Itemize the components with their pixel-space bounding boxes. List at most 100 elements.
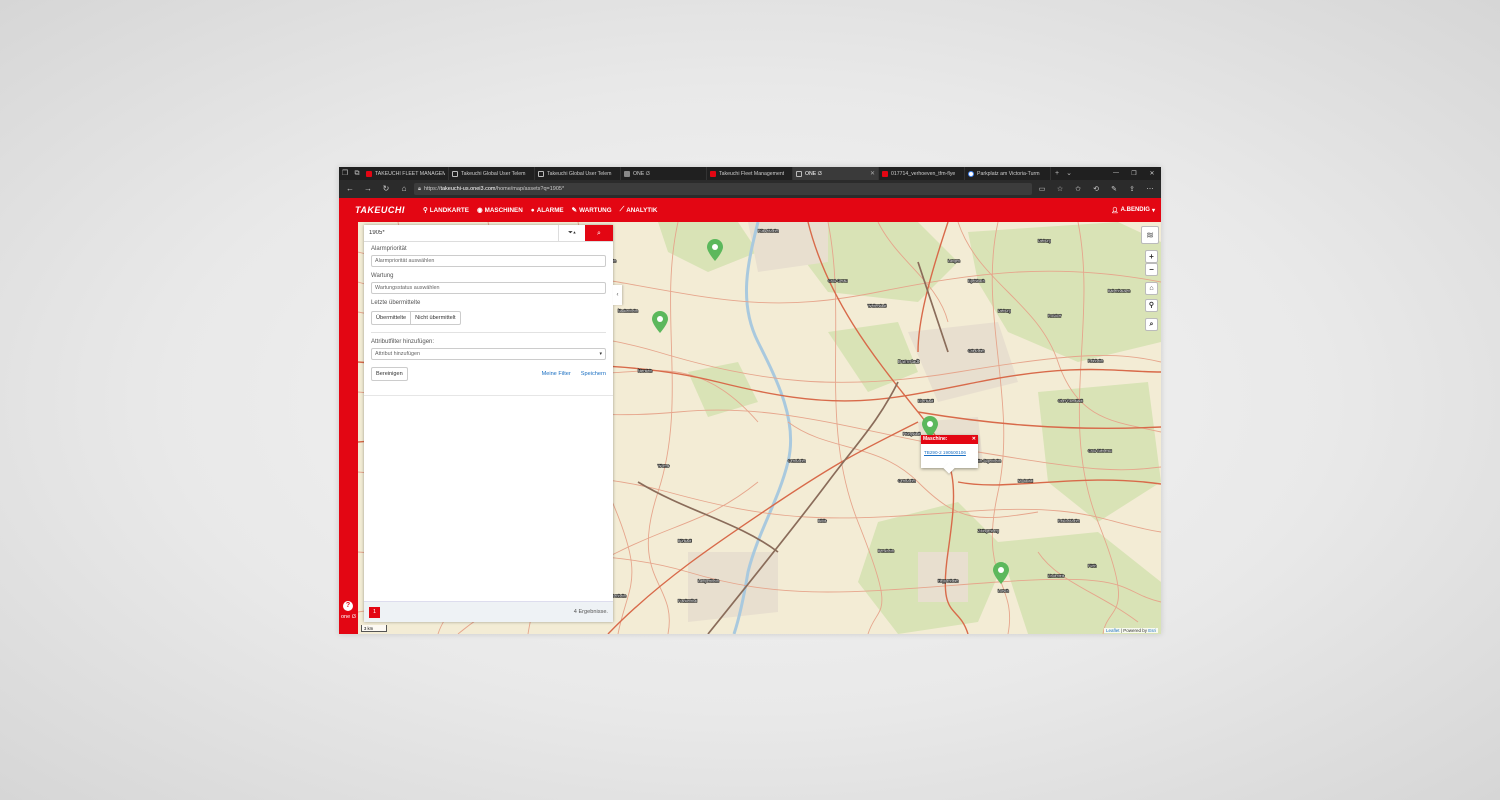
svg-text:Rüsselsheim: Rüsselsheim	[758, 229, 779, 233]
esri-link[interactable]: Esri	[1148, 628, 1156, 633]
browser-tab[interactable]: ONE i3	[621, 167, 707, 180]
zoom-in-icon[interactable]: +	[1145, 250, 1158, 263]
search-button[interactable]: ⌕	[585, 225, 613, 241]
nav-maschinen[interactable]: ◉ MASCHINEN	[473, 206, 527, 215]
nav-landkarte[interactable]: ⚲ LANDKARTE	[419, 206, 473, 215]
browser-tab[interactable]: Takeuchi Global User Telem	[535, 167, 621, 180]
nav-alarme[interactable]: ● ALARME	[527, 207, 568, 214]
tab-list-chevron-icon[interactable]: ⌄	[1063, 167, 1075, 180]
tab-actions-icon[interactable]: ❐	[339, 167, 351, 180]
machine-pin-marker[interactable]	[652, 311, 668, 333]
svg-text:Darmstadt: Darmstadt	[898, 359, 920, 364]
machine-pin-marker[interactable]	[707, 239, 723, 261]
reading-view-icon[interactable]: ▭	[1034, 185, 1050, 193]
svg-text:Dieburg: Dieburg	[1038, 239, 1051, 243]
history-icon[interactable]: ⟲	[1088, 185, 1104, 193]
svg-text:Griesheim: Griesheim	[968, 349, 984, 353]
transmitted-button[interactable]: Übermittelte	[372, 312, 410, 324]
user-menu[interactable]: 👤︎ A.BENDIG ▾	[1111, 207, 1161, 214]
map-scale: 3 km	[361, 625, 387, 632]
svg-text:Roßdorf: Roßdorf	[1048, 314, 1061, 318]
back-arrow-icon[interactable]: ←	[342, 182, 358, 196]
machine-popup: Maschine: ✕ TB290-2 190500106	[921, 435, 978, 474]
alarm-priority-select[interactable]: Alarmpriorität auswählen	[371, 255, 606, 267]
svg-text:Nierstein: Nierstein	[638, 369, 652, 373]
clear-button[interactable]: Bereinigen	[371, 367, 408, 381]
search-row: ⏷▴ ⌕	[364, 225, 613, 242]
new-tab-icon[interactable]: +	[1051, 167, 1063, 180]
svg-text:Langen: Langen	[948, 259, 960, 263]
filter-panel: ⏷▴ ⌕ Alarmpriorität Alarmpriorität auswä…	[364, 225, 613, 622]
browser-tab-active[interactable]: ONE i3 ✕	[793, 167, 879, 180]
browser-tab[interactable]: Parkplatz am Victoria-Turm	[965, 167, 1051, 180]
one-i3-logo: one i3	[341, 614, 356, 620]
window-close-icon[interactable]: ✕	[1143, 170, 1161, 177]
takeuchi-favicon-icon	[882, 170, 888, 177]
forward-arrow-icon[interactable]: →	[360, 182, 376, 196]
minimize-icon[interactable]: —	[1107, 170, 1125, 177]
url-field[interactable]: 🔒︎ https://takeuchi-us.onei3.com/home/ma…	[414, 183, 1032, 195]
nav-wartung[interactable]: ✎ WARTUNG	[568, 206, 616, 215]
locate-marker-icon[interactable]: ⚲	[1145, 299, 1158, 312]
search-icon: ⌕	[597, 230, 601, 237]
my-filters-link[interactable]: Meine Filter	[542, 371, 571, 377]
zoom-out-icon[interactable]: −	[1145, 263, 1158, 276]
svg-text:Groß-Bieberau: Groß-Bieberau	[1088, 449, 1112, 453]
takeuchi-logo[interactable]: TAKEUCHI	[339, 205, 419, 215]
refresh-icon[interactable]: ↻	[378, 182, 394, 196]
pagination-bar: 1 4 Ergebnisse.	[364, 601, 613, 622]
home-icon[interactable]: ⌂	[396, 182, 412, 196]
leaflet-link[interactable]: Leaflet	[1106, 628, 1120, 633]
machine-pin-marker[interactable]	[993, 562, 1009, 584]
attribution-separator: | Powered by	[1120, 628, 1147, 633]
svg-text:Nackenheim: Nackenheim	[618, 309, 638, 313]
layers-icon[interactable]: ≋	[1141, 226, 1159, 244]
nav-analytik[interactable]: ⟋ ANALYTIK	[616, 206, 662, 214]
svg-text:Ober-Ramstadt: Ober-Ramstadt	[1058, 399, 1083, 403]
takeuchi-favicon-icon	[366, 170, 372, 177]
url-scheme: https://	[423, 186, 441, 192]
help-icon[interactable]: ?	[343, 601, 353, 611]
page-favicon-icon	[452, 170, 458, 177]
page-button[interactable]: 1	[369, 606, 380, 618]
map-marker-icon: ⚲	[423, 207, 428, 214]
app-navbar: TAKEUCHI ⚲ LANDKARTE ◉ MASCHINEN ● ALARME ✎…	[339, 198, 1161, 222]
browser-tab[interactable]: 017714_verhoeven_tfm-flye	[879, 167, 965, 180]
caret-down-icon: ▾	[1151, 207, 1155, 214]
browser-tab[interactable]: Takeuchi Fleet Management	[707, 167, 793, 180]
browser-tab[interactable]: TAKEUCHI FLEET MANAGEM	[363, 167, 449, 180]
more-menu-icon[interactable]: ⋯	[1142, 185, 1158, 193]
tab-close-icon[interactable]: ✕	[870, 170, 875, 177]
back-tabs-icon[interactable]: ⧉	[351, 167, 363, 180]
popup-close-icon[interactable]: ✕	[972, 435, 978, 444]
pen-icon[interactable]: ✎	[1106, 185, 1122, 193]
svg-text:Reinheim: Reinheim	[1088, 359, 1103, 363]
search-input[interactable]	[364, 225, 558, 241]
browser-tab-bar: ❐ ⧉ TAKEUCHI FLEET MANAGEM Takeuchi Glob…	[339, 167, 1161, 180]
attribute-select[interactable]: Attribut hinzufügen ▾	[371, 348, 606, 360]
popup-header: Maschine: ✕	[921, 435, 978, 444]
popup-title: Maschine:	[923, 436, 948, 442]
maximize-icon[interactable]: ❐	[1125, 170, 1143, 177]
maintenance-label: Wartung	[371, 273, 394, 279]
map-search-icon[interactable]: ⌕	[1145, 318, 1158, 331]
takeuchi-favicon-icon	[710, 170, 716, 177]
svg-text:Lorsch: Lorsch	[998, 589, 1009, 593]
machine-link[interactable]: TB290-2 190500106	[921, 444, 978, 455]
lock-icon: 🔒︎	[418, 186, 421, 192]
home-extent-icon[interactable]: ⌂	[1145, 282, 1158, 295]
results-list	[364, 395, 613, 601]
svg-text:Bürstadt: Bürstadt	[678, 539, 691, 543]
transmitted-toggle: Übermittelte Nicht übermittelt	[371, 311, 461, 325]
filter-toggle-button[interactable]: ⏷▴	[558, 225, 585, 241]
maintenance-select[interactable]: Wartungsstatus auswählen	[371, 282, 606, 294]
browser-tab[interactable]: Takeuchi Global User Telem	[449, 167, 535, 180]
favorite-star-icon[interactable]: ☆	[1052, 185, 1068, 193]
not-transmitted-button[interactable]: Nicht übermittelt	[410, 312, 459, 324]
url-host: takeuchi-us.onei3.com	[440, 186, 496, 192]
panel-collapse-chevron-icon[interactable]: ‹	[613, 285, 622, 305]
save-link[interactable]: Speichern	[581, 371, 606, 377]
share-icon[interactable]: ⇪	[1124, 185, 1140, 193]
favorites-bar-icon[interactable]: ✩	[1070, 185, 1086, 193]
svg-text:Heppenheim: Heppenheim	[938, 579, 958, 583]
